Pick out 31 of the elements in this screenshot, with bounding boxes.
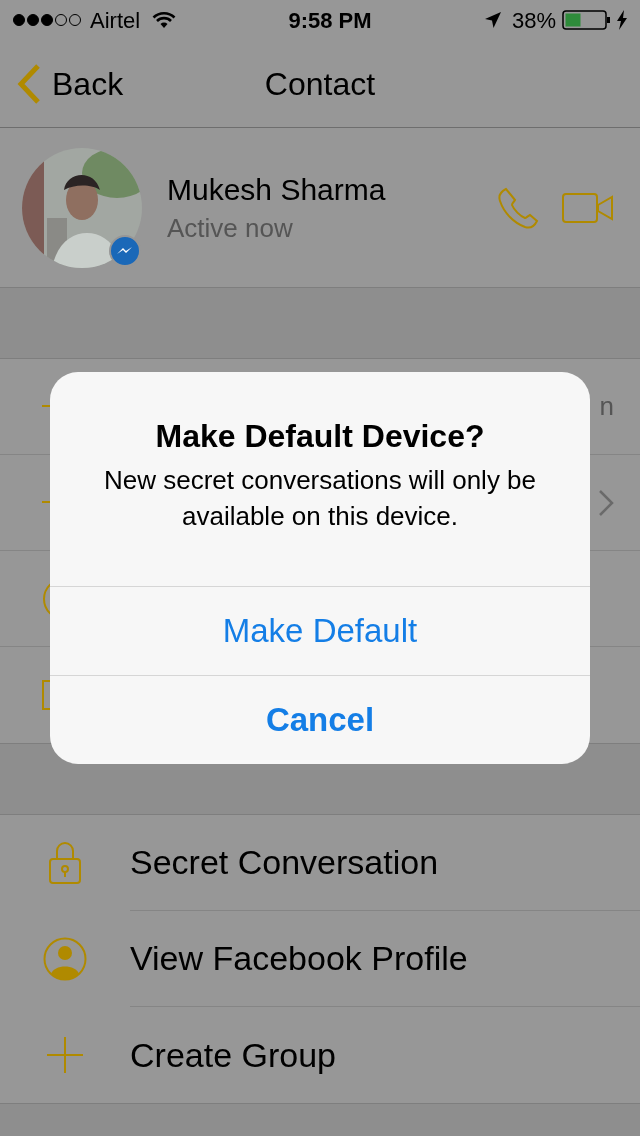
action-row[interactable]: Secret Conversation <box>0 815 640 911</box>
row-value: n <box>599 390 614 423</box>
dialog-message: New secret conversations will only be available on this device. <box>102 464 538 533</box>
wifi-icon <box>152 11 177 29</box>
dialog-title: Make Default Device? <box>155 417 485 456</box>
action-label: Secret Conversation <box>130 842 439 883</box>
back-chevron-icon <box>16 62 42 105</box>
signal-icon <box>12 13 82 27</box>
action-label: View Facebook Profile <box>130 938 468 979</box>
messenger-badge-icon <box>109 234 141 267</box>
contact-status: Active now <box>167 211 294 245</box>
action-label: Create Group <box>130 1034 336 1076</box>
contact-name: Mukesh Sharma <box>167 171 387 208</box>
dialog-button[interactable]: Cancel <box>50 675 590 764</box>
back-button[interactable]: Back <box>0 59 124 108</box>
battery-percent: 38% <box>511 6 556 35</box>
battery-icon <box>562 10 612 30</box>
clock-time: 9:58 PM <box>288 6 372 35</box>
carrier-name: Airtel <box>90 6 141 35</box>
action-row[interactable]: Create Group <box>0 1007 640 1103</box>
nav-title: Contact <box>264 64 376 104</box>
profile-icon <box>43 937 87 981</box>
phone-icon[interactable] <box>496 185 540 230</box>
video-camera-icon[interactable] <box>562 191 614 224</box>
plus-icon <box>46 1036 84 1074</box>
location-arrow-icon <box>483 11 502 29</box>
charging-bolt-icon <box>616 10 628 30</box>
action-row[interactable]: View Facebook Profile <box>0 911 640 1007</box>
chevron-icon <box>598 488 614 517</box>
lock-icon <box>48 841 82 885</box>
dialog-button[interactable]: Make Default <box>50 586 590 675</box>
